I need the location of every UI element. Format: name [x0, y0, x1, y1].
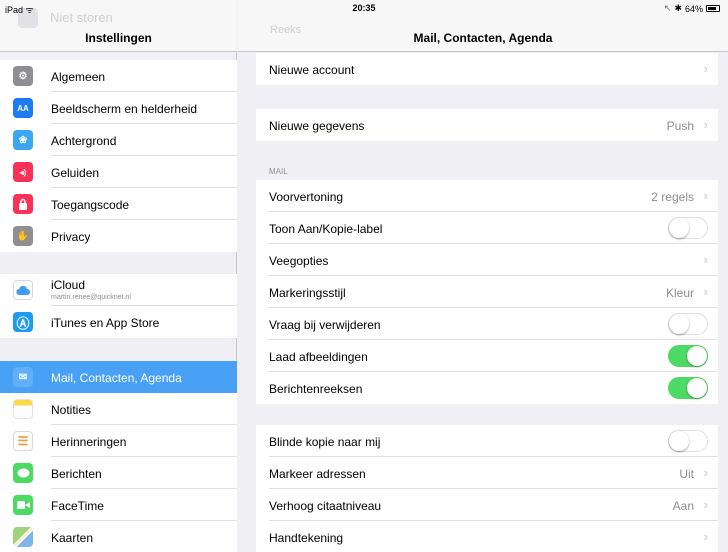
row-label: Vraag bij verwijderen: [269, 318, 381, 332]
sidebar-item-beeldscherm[interactable]: AA Beeldscherm en helderheid: [0, 92, 237, 124]
threads-row: Berichtenreeksen: [256, 372, 718, 404]
sidebar-item-label: Geluiden: [51, 166, 100, 180]
swipe-options-row[interactable]: Veegopties ›: [256, 244, 718, 276]
chevron-right-icon: ›: [703, 61, 708, 76]
row-label: Blinde kopie naar mij: [269, 435, 381, 449]
ask-before-deleting-row: Vraag bij verwijderen: [256, 308, 718, 340]
mark-addresses-row[interactable]: Markeer adressen Uit ›: [256, 457, 718, 489]
clock: 20:35: [352, 3, 376, 13]
show-to-cc-row: Toon Aan/Kopie-label: [256, 212, 718, 244]
signature-row[interactable]: Handtekening ›: [256, 521, 718, 552]
sidebar: Niet storen Instellingen ⚙ Algemeen AA B…: [0, 0, 237, 552]
sidebar-item-label: FaceTime: [51, 499, 104, 513]
chevron-right-icon: ›: [703, 497, 708, 512]
sidebar-item-label: iCloud: [51, 278, 86, 292]
sidebar-item-label: Privacy: [51, 230, 91, 244]
section-header-mail: MAIL: [269, 167, 288, 176]
battery-percent: 64%: [684, 3, 703, 14]
maps-icon: [13, 527, 33, 547]
row-label: Markeer adressen: [269, 467, 366, 481]
row-label: Voorvertoning: [269, 190, 344, 204]
location-icon: ↖: [663, 3, 672, 13]
sidebar-item-achtergrond[interactable]: ❀ Achtergrond: [0, 124, 237, 156]
battery-icon: [706, 5, 720, 12]
row-label: Verhoog citaatniveau: [269, 499, 382, 513]
load-images-row: Laad afbeeldingen: [256, 340, 718, 372]
sidebar-item-icloud[interactable]: iCloud martin.renee@quicknet.nl: [0, 274, 237, 306]
hand-icon: ✋: [13, 226, 33, 246]
sidebar-item-notities[interactable]: Notities: [0, 393, 237, 425]
row-value: Kleur: [665, 286, 694, 300]
gear-icon: ⚙: [13, 66, 33, 86]
sidebar-item-kaarten[interactable]: Kaarten: [0, 521, 237, 552]
load-images-toggle[interactable]: [668, 345, 708, 367]
row-label: Handtekening: [269, 531, 344, 545]
sidebar-item-label: Herinneringen: [51, 435, 127, 449]
row-value: Uit: [679, 467, 694, 481]
page-title: Mail, Contacten, Agenda: [413, 31, 553, 45]
sidebar-item-berichten[interactable]: Berichten: [0, 457, 237, 489]
sidebar-item-label: Achtergrond: [51, 134, 117, 148]
sidebar-item-herinneringen[interactable]: ☰ Herinneringen: [0, 425, 237, 457]
fetch-row[interactable]: Nieuwe gegevens Push ›: [256, 109, 718, 141]
threads-toggle[interactable]: [668, 377, 708, 399]
reminders-icon: ☰: [13, 431, 33, 451]
ask-before-deleting-toggle[interactable]: [668, 313, 708, 335]
chevron-right-icon: ›: [703, 284, 708, 299]
sidebar-item-label: Beeldscherm en helderheid: [51, 102, 198, 116]
chevron-right-icon: ›: [703, 252, 708, 267]
bluetooth-icon: ✱: [674, 3, 682, 13]
chevron-right-icon: ›: [703, 117, 708, 132]
sidebar-item-mail[interactable]: ✉ Mail, Contacten, Agenda: [0, 361, 237, 393]
sidebar-item-label: iTunes en App Store: [51, 316, 160, 330]
row-label: Berichtenreeksen: [269, 382, 363, 396]
row-value: Push: [666, 119, 694, 133]
sidebar-item-algemeen[interactable]: ⚙ Algemeen: [0, 60, 237, 92]
appstore-icon: Ⓐ: [13, 312, 33, 332]
chevron-right-icon: ›: [703, 188, 708, 203]
row-label: Veegopties: [269, 254, 329, 268]
sidebar-item-label: Toegangscode: [51, 198, 130, 212]
sidebar-item-sublabel: martin.renee@quicknet.nl: [51, 294, 131, 301]
icloud-icon: [13, 280, 33, 300]
sidebar-item-label: Notities: [51, 403, 92, 417]
row-label: Laad afbeeldingen: [269, 350, 368, 364]
row-label: Nieuwe gegevens: [269, 119, 365, 133]
mail-icon: ✉: [13, 367, 33, 387]
row-value: 2 regels: [651, 190, 694, 204]
status-bar: iPad ᯤ 20:35 ↖ ✱ 64%: [0, 0, 728, 16]
sidebar-item-label: Kaarten: [51, 531, 94, 545]
preview-row[interactable]: Voorvertoning 2 regels ›: [256, 180, 718, 212]
display-icon: AA: [13, 98, 33, 118]
row-value: Aan: [672, 499, 694, 513]
sidebar-item-label: Algemeen: [51, 70, 106, 84]
row-label: Markeringsstijl: [269, 286, 346, 300]
row-label: Toon Aan/Kopie-label: [269, 222, 383, 236]
sidebar-item-privacy[interactable]: ✋ Privacy: [0, 220, 237, 252]
chevron-right-icon: ›: [703, 465, 708, 480]
lock-icon: [13, 194, 33, 214]
chevron-right-icon: ›: [703, 529, 708, 544]
quote-level-row[interactable]: Verhoog citaatniveau Aan ›: [256, 489, 718, 521]
sidebar-item-toegangscode[interactable]: Toegangscode: [0, 188, 237, 220]
new-account-row[interactable]: Nieuwe account ›: [256, 53, 718, 85]
row-label: Nieuwe account: [269, 63, 355, 77]
sidebar-title: Instellingen: [85, 31, 152, 45]
sidebar-item-label: Mail, Contacten, Agenda: [51, 371, 182, 385]
bcc-myself-row: Blinde kopie naar mij: [256, 425, 718, 457]
sidebar-item-label: Berichten: [51, 467, 102, 481]
facetime-icon: [13, 495, 33, 515]
sidebar-item-itunes[interactable]: Ⓐ iTunes en App Store: [0, 306, 237, 338]
sound-icon: ◂): [13, 162, 33, 182]
status-right: ↖ ✱ 64%: [664, 3, 720, 14]
main-panel: Reeks Mail, Contacten, Agenda Nieuwe acc…: [238, 0, 728, 552]
sidebar-item-facetime[interactable]: FaceTime: [0, 489, 237, 521]
messages-icon: [13, 463, 33, 483]
wallpaper-icon: ❀: [13, 130, 33, 150]
show-to-cc-toggle[interactable]: [668, 217, 708, 239]
sidebar-item-geluiden[interactable]: ◂) Geluiden: [0, 156, 237, 188]
bcc-myself-toggle[interactable]: [668, 430, 708, 452]
notes-icon: [13, 399, 33, 419]
flag-style-row[interactable]: Markeringsstijl Kleur ›: [256, 276, 718, 308]
